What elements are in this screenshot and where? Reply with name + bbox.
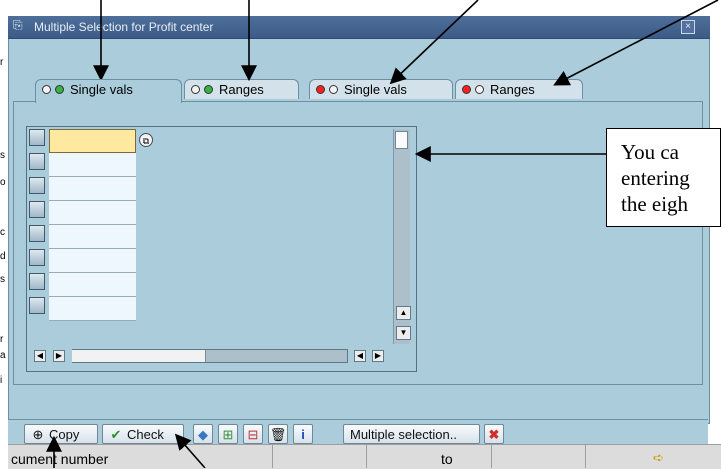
scroll-up-button[interactable]: ▲: [396, 306, 411, 320]
tab-label: Single vals: [344, 82, 407, 97]
status-lights: [42, 85, 66, 95]
status-separator: [585, 444, 586, 468]
multiple-selection-label: Multiple selection..: [350, 427, 457, 442]
table-grid: [29, 129, 394, 345]
gray-light-icon: [475, 85, 484, 94]
info-button[interactable]: i: [293, 424, 313, 444]
import-icon: ◆: [198, 427, 208, 442]
callout-line: the eigh: [621, 192, 689, 216]
horizontal-scroll-thumb[interactable]: [72, 350, 206, 362]
row-selector[interactable]: [29, 201, 45, 218]
status-separator: [366, 444, 367, 468]
tab-ranges-exclude[interactable]: Ranges: [455, 79, 583, 99]
multiple-selection-button[interactable]: Multiple selection..: [343, 424, 480, 444]
cancel-icon: ✖: [488, 427, 500, 442]
gray-light-icon: [191, 85, 200, 94]
tab-single-values-include[interactable]: Single vals: [35, 79, 182, 103]
row-selector[interactable]: [29, 129, 45, 146]
check-button[interactable]: ✔ Check: [102, 424, 184, 444]
background-char: c: [0, 227, 5, 238]
status-separator: [272, 444, 273, 468]
background-char: i: [0, 375, 3, 386]
delete-row-button[interactable]: ⊟: [243, 424, 263, 444]
background-left-strip: r s o c d s r a i: [0, 0, 8, 468]
close-button[interactable]: ×: [681, 20, 695, 34]
callout-line: You ca: [621, 140, 679, 164]
single-value-input[interactable]: [49, 297, 136, 321]
row-selector[interactable]: [29, 273, 45, 290]
tab-label: Ranges: [490, 82, 535, 97]
red-light-icon: [316, 85, 325, 94]
tab-label: Single vals: [70, 82, 133, 97]
status-field-label: cument number: [11, 451, 109, 467]
red-light-icon: [462, 85, 471, 94]
green-light-icon: [204, 85, 213, 94]
single-value-input[interactable]: [49, 129, 136, 153]
row-selector[interactable]: [29, 153, 45, 170]
row-selector[interactable]: [29, 297, 45, 314]
check-icon: ✔: [110, 427, 122, 442]
cancel-button[interactable]: ✖: [484, 424, 504, 444]
dialog-title: Multiple Selection for Profit center: [34, 20, 214, 34]
single-value-input[interactable]: [49, 177, 136, 201]
scroll-right-button[interactable]: ▶: [53, 350, 65, 362]
gray-light-icon: [42, 85, 51, 94]
delete-row-icon: ⊟: [247, 427, 259, 442]
green-light-icon: [55, 85, 64, 94]
background-char: s: [0, 150, 5, 161]
background-char: d: [0, 251, 6, 262]
value-help-button[interactable]: ⧉: [139, 133, 153, 147]
info-icon: i: [301, 427, 305, 442]
delete-all-button[interactable]: 🗑: [268, 424, 288, 444]
background-char: r: [0, 334, 4, 345]
background-char: s: [0, 274, 5, 285]
status-area: [8, 444, 721, 469]
background-char: r: [0, 57, 4, 68]
single-value-input[interactable]: [49, 225, 136, 249]
tab-single-values-exclude[interactable]: Single vals: [309, 79, 453, 99]
gray-light-icon: [329, 85, 338, 94]
close-icon: ×: [685, 21, 691, 32]
status-lights: [462, 85, 486, 95]
copy-button[interactable]: ⊕ Copy: [24, 424, 98, 444]
status-separator: [491, 444, 492, 468]
value-help-icon: ⧉: [142, 136, 150, 146]
background-char: a: [0, 350, 6, 361]
row-selector[interactable]: [29, 177, 45, 194]
background-char: o: [0, 177, 6, 188]
tab-label: Ranges: [219, 82, 264, 97]
vertical-scroll-thumb[interactable]: [395, 131, 408, 149]
single-value-input[interactable]: [49, 201, 136, 225]
insert-row-icon: ⊞: [222, 427, 234, 442]
annotation-callout: You ca entering the eigh: [606, 128, 721, 227]
single-value-input[interactable]: [49, 249, 136, 273]
row-selector[interactable]: [29, 225, 45, 242]
status-lights: [191, 85, 215, 95]
callout-line: entering: [621, 166, 690, 190]
import-button[interactable]: ◆: [193, 424, 213, 444]
scroll-left-button[interactable]: ◀: [34, 350, 46, 362]
status-lights: [316, 85, 340, 95]
execute-icon: ⊕: [32, 427, 44, 442]
single-value-input[interactable]: [49, 153, 136, 177]
insert-row-button[interactable]: ⊞: [218, 424, 238, 444]
check-button-label: Check: [127, 427, 164, 442]
scroll-down-button[interactable]: ▼: [396, 326, 411, 340]
scroll-right-end-button[interactable]: ▶: [372, 350, 384, 362]
status-to-label: to: [441, 451, 453, 467]
row-selector[interactable]: [29, 249, 45, 266]
sap-window-icon: ⎘: [13, 18, 23, 32]
tab-ranges-include[interactable]: Ranges: [184, 79, 299, 99]
scroll-left-end-button[interactable]: ◀: [354, 350, 366, 362]
trash-icon: 🗑: [269, 427, 287, 442]
arrow-right-icon: ➪: [653, 450, 664, 465]
copy-button-label: Copy: [49, 427, 80, 442]
single-value-input[interactable]: [49, 273, 136, 297]
